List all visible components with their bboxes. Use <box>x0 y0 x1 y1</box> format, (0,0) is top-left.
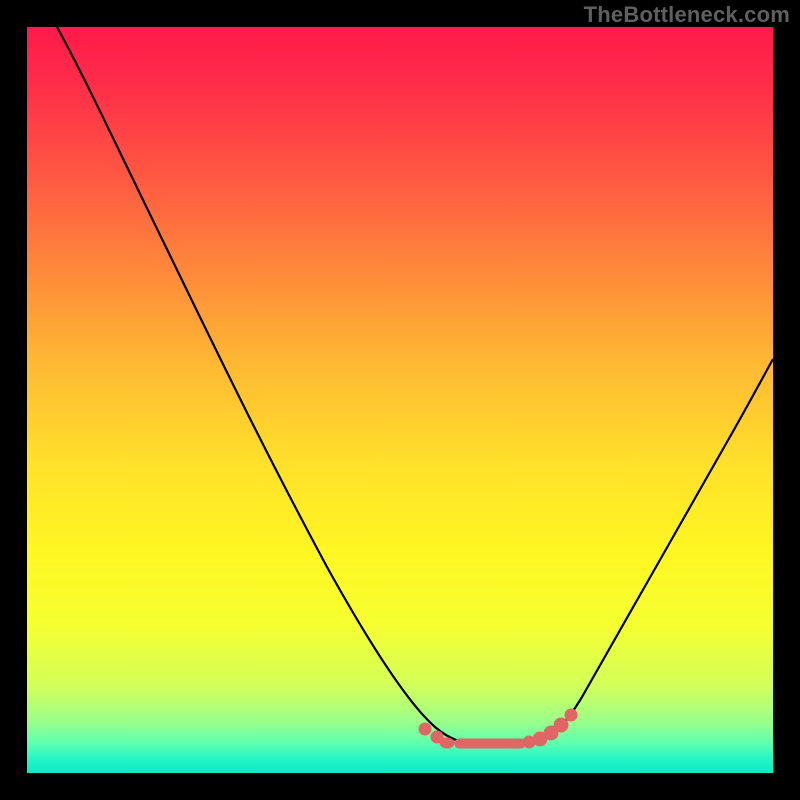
main-curve-path <box>57 27 773 745</box>
dot <box>554 718 568 732</box>
plot-area <box>27 27 773 773</box>
bottom-dot-series <box>419 709 577 748</box>
dot-bar <box>455 739 525 748</box>
watermark-text: TheBottleneck.com <box>584 2 790 28</box>
bottleneck-curve <box>27 27 773 773</box>
dot <box>440 738 454 748</box>
chart-frame: TheBottleneck.com <box>0 0 800 800</box>
dot <box>419 723 431 735</box>
dot <box>565 709 577 721</box>
